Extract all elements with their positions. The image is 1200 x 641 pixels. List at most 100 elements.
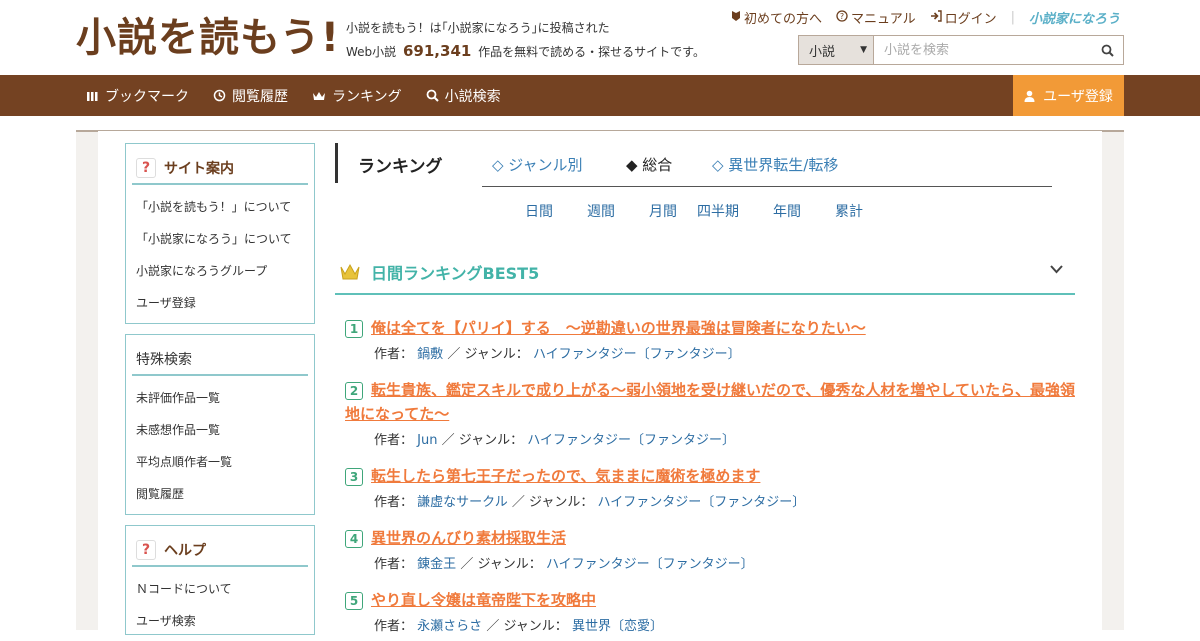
search-input[interactable] [874, 36, 1091, 64]
search-category-select[interactable]: 小説 ▼ [799, 36, 874, 64]
best5-header[interactable]: 日間ランキングBEST5 [335, 250, 1075, 295]
genre-label: ／ ジャンル： [447, 347, 529, 362]
search-category-value: 小説 [809, 44, 836, 60]
narou-logo[interactable]: 小説家になろう [1029, 8, 1120, 27]
genre-link[interactable]: ハイファンタジー〔ファンタジー〕 [546, 557, 754, 572]
sidebar-item-unrated[interactable]: 未評価作品一覧 [136, 382, 314, 414]
beginner-link[interactable]: 初めての方へ [731, 8, 822, 27]
heading-marker [335, 143, 338, 183]
author-link[interactable]: 謙虚なサークル [417, 495, 508, 510]
novel-count: 691,341 [403, 42, 472, 60]
ranking-entry: 4 異世界のんびり素材採取生活 作者： 錬金王 ／ ジャンル： ハイファンタジー〔… [345, 526, 1075, 572]
nav-search-label: 小説検索 [444, 88, 501, 105]
sidebar-item-user-search[interactable]: ユーザ検索 [136, 605, 314, 637]
genre-link[interactable]: ハイファンタジー〔ファンタジー〕 [533, 347, 741, 362]
period-yearly[interactable]: 年間 [773, 201, 835, 221]
search-button[interactable] [1091, 36, 1123, 64]
ranking-entry: 2 転生貴族、鑑定スキルで成り上がる～弱小領地を受け継いだので、優秀な人材を増やし… [345, 378, 1075, 448]
ranking-entry: 5 やり直し令嬢は竜帝陛下を攻略中 作者： 永瀬さらさ ／ ジャンル： 異世界〔恋… [345, 588, 1075, 634]
novel-title-link[interactable]: 転生したら第七王子だったので、気ままに魔術を極めます [371, 467, 760, 485]
period-weekly[interactable]: 週間 [587, 201, 649, 221]
beginner-link-label: 初めての方へ [743, 12, 822, 27]
crown-icon [313, 91, 325, 100]
register-button[interactable]: ユーザ登録 [1013, 75, 1124, 116]
ranking-heading: ランキング [358, 157, 443, 177]
novel-title-link[interactable]: 転生貴族、鑑定スキルで成り上がる～弱小領地を受け継いだので、優秀な人材を増やして… [345, 381, 1075, 423]
tab-genre[interactable]: ◇ ジャンル別 [492, 154, 583, 175]
period-quarterly[interactable]: 四半期 [697, 201, 773, 221]
nav-bookmark[interactable]: ブックマーク [86, 86, 189, 106]
login-link-label: ログイン [944, 12, 997, 27]
entry-meta: 作者： 錬金王 ／ ジャンル： ハイファンタジー〔ファンタジー〕 [374, 553, 1075, 572]
nav-search[interactable]: 小説検索 [426, 86, 501, 106]
author-link[interactable]: 錬金王 [417, 557, 456, 572]
genre-label: ／ ジャンル： [441, 433, 524, 448]
site-logo[interactable]: 小説を読もう! [76, 10, 340, 66]
intro-suffix: 作品を無料で読める・探せるサイトです。 [478, 45, 705, 59]
manual-link-label: マニュアル [850, 12, 916, 27]
genre-link[interactable]: ハイファンタジー〔ファンタジー〕 [527, 433, 735, 448]
top-links: 初めての方へ ? マニュアル ログイン | 小説家になろう [731, 8, 1120, 27]
login-link[interactable]: ログイン [930, 8, 997, 27]
novel-title-link[interactable]: 俺は全てを【パリイ】する 〜逆勘違いの世界最強は冒険者になりたい〜 [371, 319, 866, 337]
manual-link[interactable]: ? マニュアル [836, 8, 916, 27]
rank-number: 3 [345, 467, 363, 486]
nav-ranking[interactable]: ランキング [312, 86, 402, 106]
period-total[interactable]: 累計 [835, 201, 863, 221]
genre-label: ／ ジャンル： [460, 557, 542, 572]
author-link[interactable]: 永瀬さらさ [417, 619, 482, 634]
rank-number: 1 [345, 319, 363, 338]
site-intro: 小説を読もう！は｢小説家になろう｣に投稿された Web小説 691,341 作品… [346, 17, 705, 64]
sidebar-item-register[interactable]: ユーザ登録 [136, 287, 314, 319]
sidebar-help-title: ? ヘルプ [132, 534, 308, 567]
sidebar-item-about-narou[interactable]: 「小説家になろう」について [136, 223, 314, 255]
intro-line-1: 小説を読もう！は｢小説家になろう｣に投稿された [346, 21, 610, 35]
author-link[interactable]: Jun [417, 433, 437, 448]
beginner-icon [731, 10, 741, 26]
author-label: 作者： [374, 495, 414, 510]
author-label: 作者： [374, 619, 414, 634]
novel-title-link[interactable]: やり直し令嬢は竜帝陛下を攻略中 [371, 591, 596, 609]
ranking-entry: 1 俺は全てを【パリイ】する 〜逆勘違いの世界最強は冒険者になりたい〜 作者： 鍋… [345, 316, 1075, 362]
sidebar-help-box: ? ヘルプ Ｎコードについて ユーザ検索 [125, 525, 315, 635]
sidebar-guide-title-text: サイト案内 [164, 160, 234, 177]
sidebar-item-narou-group[interactable]: 小説家になろうグループ [136, 255, 314, 287]
entry-meta: 作者： Jun ／ ジャンル： ハイファンタジー〔ファンタジー〕 [374, 429, 1075, 448]
novel-title-link[interactable]: 異世界のんびり素材採取生活 [371, 529, 566, 547]
chevron-down-icon[interactable] [1050, 262, 1063, 278]
author-label: 作者： [374, 347, 414, 362]
intro-prefix: Web小説 [346, 45, 397, 59]
help-icon: ? [136, 157, 156, 178]
ranking-entry: 3 転生したら第七王子だったので、気ままに魔術を極めます 作者： 謙虚なサークル … [345, 464, 1075, 510]
nav-history-label: 閲覧履歴 [232, 88, 288, 105]
sidebar-item-history[interactable]: 閲覧履歴 [136, 478, 314, 510]
period-monthly[interactable]: 月間 [649, 201, 697, 221]
sidebar-guide-title: ? サイト案内 [132, 152, 308, 185]
ranking-tabs: ランキング ◇ ジャンル別 ◆ 総合 ◇ 異世界転生/転移 [335, 143, 1052, 187]
nav-history[interactable]: 閲覧履歴 [213, 86, 288, 106]
genre-link[interactable]: 異世界〔恋愛〕 [572, 619, 663, 634]
genre-link[interactable]: ハイファンタジー〔ファンタジー〕 [598, 495, 806, 510]
author-link[interactable]: 鍋敷 [417, 347, 443, 362]
tab-isekai[interactable]: ◇ 異世界転生/転移 [712, 154, 838, 175]
site-header: 小説を読もう! 小説を読もう！は｢小説家になろう｣に投稿された Web小説 69… [0, 0, 1200, 75]
sidebar-special-title: 特殊検索 [132, 343, 308, 376]
tab-overall[interactable]: ◆ 総合 [626, 154, 672, 175]
tabs-underline [482, 186, 1052, 187]
rank-number: 2 [345, 381, 363, 400]
main-nav: ブックマーク 閲覧履歴 ランキング 小説検索 ユーザ登録 [0, 75, 1200, 116]
period-daily[interactable]: 日間 [525, 201, 587, 221]
period-tabs: 日間 週間 月間 四半期 年間 累計 [525, 201, 863, 221]
genre-label: ／ ジャンル： [511, 495, 594, 510]
login-icon [930, 9, 942, 26]
nav-bookmark-label: ブックマーク [105, 88, 189, 105]
sidebar-item-about-yomou[interactable]: 「小説を読もう！」について [136, 191, 314, 223]
question-icon: ? [836, 9, 848, 26]
sidebar-item-avg-score[interactable]: 平均点順作者一覧 [136, 446, 314, 478]
crown-icon [340, 263, 360, 279]
rank-number: 5 [345, 591, 363, 610]
author-label: 作者： [374, 557, 414, 572]
sidebar-item-ncode[interactable]: Ｎコードについて [136, 573, 314, 605]
best5-title: 日間ランキングBEST5 [371, 263, 540, 283]
sidebar-item-no-review[interactable]: 未感想作品一覧 [136, 414, 314, 446]
